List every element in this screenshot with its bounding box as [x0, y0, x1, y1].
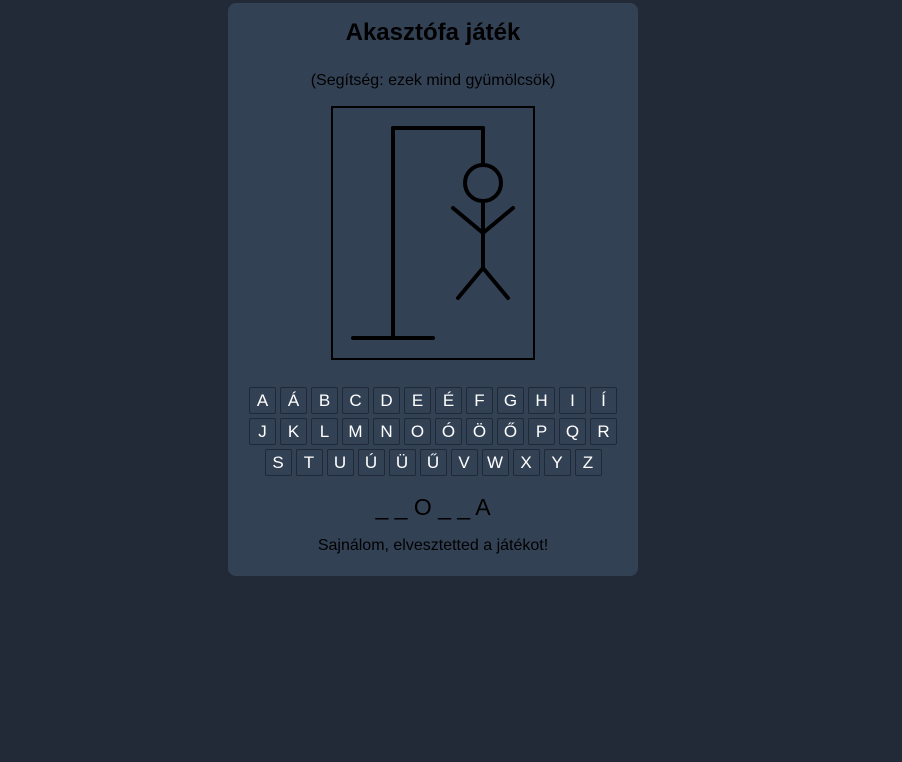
- letter-key[interactable]: Ő: [497, 418, 524, 445]
- letter-key[interactable]: F: [466, 387, 493, 414]
- letter-key[interactable]: É: [435, 387, 462, 414]
- keyboard-row-3: S T U Ú Ü Ű V W X Y Z: [228, 449, 638, 476]
- letter-key[interactable]: R: [590, 418, 617, 445]
- hangman-svg: [351, 126, 515, 340]
- letter-key[interactable]: Í: [590, 387, 617, 414]
- letter-key[interactable]: B: [311, 387, 338, 414]
- hangman-left-leg: [456, 266, 485, 300]
- letter-key[interactable]: Q: [559, 418, 586, 445]
- letter-key[interactable]: C: [342, 387, 369, 414]
- letter-key[interactable]: Y: [543, 449, 571, 476]
- hangman-left-arm: [451, 206, 485, 235]
- letter-key[interactable]: Ó: [435, 418, 462, 445]
- letter-key[interactable]: N: [373, 418, 400, 445]
- letter-key[interactable]: W: [481, 449, 509, 476]
- letter-key[interactable]: Z: [574, 449, 602, 476]
- letter-key[interactable]: U: [326, 449, 354, 476]
- letter-key[interactable]: Ű: [419, 449, 447, 476]
- hint-text: (Segítség: ezek mind gyümölcsök): [310, 72, 556, 89]
- letter-key[interactable]: K: [280, 418, 307, 445]
- letter-key[interactable]: P: [528, 418, 555, 445]
- hangman-right-arm: [481, 206, 515, 235]
- game-title: Akasztófa játék: [345, 19, 521, 46]
- letter-key[interactable]: X: [512, 449, 540, 476]
- letter-key[interactable]: H: [528, 387, 555, 414]
- letter-key[interactable]: Á: [280, 387, 307, 414]
- letter-key[interactable]: J: [249, 418, 276, 445]
- game-status-message: Sajnálom, elvesztetted a játékot!: [317, 537, 549, 554]
- hangman-right-leg: [481, 266, 510, 300]
- letter-key[interactable]: D: [373, 387, 400, 414]
- letter-key[interactable]: Ü: [388, 449, 416, 476]
- letter-key[interactable]: V: [450, 449, 478, 476]
- hangman-drawing: [331, 106, 535, 360]
- letter-key[interactable]: O: [404, 418, 431, 445]
- letter-key[interactable]: I: [559, 387, 586, 414]
- letter-key[interactable]: E: [404, 387, 431, 414]
- hangman-head: [463, 163, 503, 203]
- letter-key[interactable]: L: [311, 418, 338, 445]
- letter-key[interactable]: G: [497, 387, 524, 414]
- keyboard-row-2: J K L M N O Ó Ö Ő P Q R: [228, 418, 638, 445]
- game-card: Akasztófa játék (Segítség: ezek mind gyü…: [228, 3, 638, 576]
- letter-key[interactable]: Ú: [357, 449, 385, 476]
- letter-key[interactable]: M: [342, 418, 369, 445]
- keyboard-row-1: A Á B C D E É F G H I Í: [228, 387, 638, 414]
- letter-key[interactable]: T: [295, 449, 323, 476]
- letter-key[interactable]: A: [249, 387, 276, 414]
- word-display: _ _ O _ _ A: [375, 494, 491, 520]
- letter-key[interactable]: Ö: [466, 418, 493, 445]
- letter-keyboard: A Á B C D E É F G H I Í J K L M N O Ó Ö …: [228, 387, 638, 480]
- letter-key[interactable]: S: [264, 449, 292, 476]
